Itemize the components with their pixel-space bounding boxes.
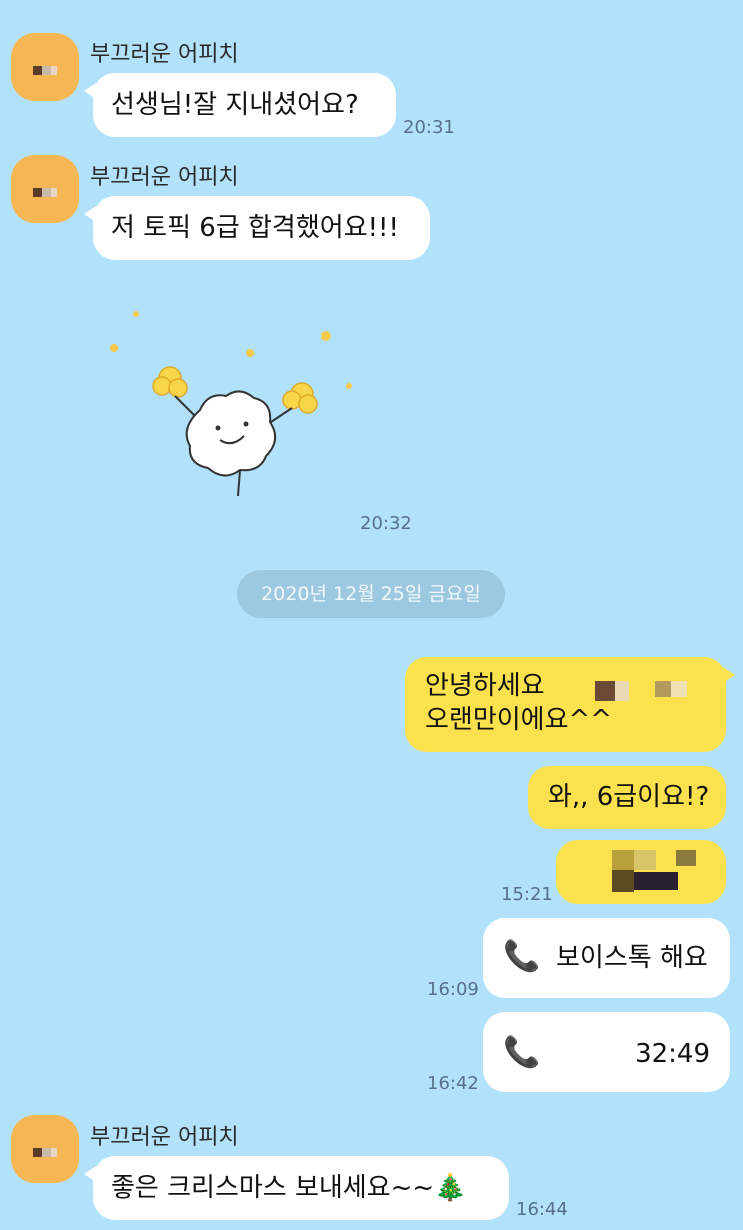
cotton-character-sticker[interactable] — [100, 300, 370, 510]
message-text: 저 토픽 6급 합격했어요!!! — [111, 213, 399, 243]
redacted-name — [615, 681, 629, 701]
sender-name: 부끄러운 어피치 — [90, 1125, 239, 1150]
incoming-message-bubble[interactable]: 선생님!잘 지내셨어요? — [84, 73, 396, 137]
call-duration: 32:49 — [635, 1039, 710, 1069]
redacted-name — [595, 681, 615, 701]
sender-avatar[interactable] — [11, 1115, 79, 1183]
message-time: 16:44 — [516, 1199, 568, 1220]
redacted-content — [612, 850, 634, 870]
message-time: 16:42 — [427, 1073, 479, 1094]
outgoing-message-bubble[interactable]: 안녕하세요 오랜만이에요^^ — [405, 657, 735, 752]
outgoing-message-bubble[interactable]: 와,, 6급이요!? — [528, 766, 726, 829]
redacted-content — [634, 872, 678, 890]
message-time: 16:09 — [427, 979, 479, 1000]
message-time: 20:32 — [360, 513, 412, 534]
message-text: 선생님!잘 지내셨어요? — [111, 90, 359, 120]
sender-name: 부끄러운 어피치 — [90, 42, 239, 67]
incoming-message-bubble[interactable]: 좋은 크리스마스 보내세요~~🎄 — [84, 1156, 509, 1220]
message-text: 좋은 크리스마스 보내세요~~🎄 — [111, 1173, 467, 1203]
redacted-name — [671, 681, 687, 697]
message-text: 보이스톡 해요 — [556, 943, 708, 973]
message-time: 15:21 — [501, 884, 553, 905]
outgoing-message-bubble[interactable] — [556, 840, 726, 904]
redacted-content — [612, 870, 634, 892]
sender-name: 부끄러운 어피치 — [90, 165, 239, 190]
call-duration-bubble[interactable]: 📞 32:49 — [483, 1012, 730, 1092]
phone-icon: 📞 — [503, 1035, 541, 1070]
message-text: 와,, 6급이요!? — [548, 782, 710, 812]
redacted-content — [634, 850, 656, 870]
phone-icon: 📞 — [503, 939, 541, 974]
voice-talk-bubble[interactable]: 📞 보이스톡 해요 — [483, 918, 730, 998]
redacted-name — [655, 681, 671, 697]
message-time: 20:31 — [403, 117, 455, 138]
date-divider: 2020년 12월 25일 금요일 — [237, 570, 505, 618]
redacted-content — [676, 850, 696, 866]
message-text-line: 오랜만이에요^^ — [425, 705, 613, 735]
sender-avatar[interactable] — [11, 155, 79, 223]
sender-avatar[interactable] — [11, 33, 79, 101]
incoming-message-bubble[interactable]: 저 토픽 6급 합격했어요!!! — [84, 196, 430, 260]
